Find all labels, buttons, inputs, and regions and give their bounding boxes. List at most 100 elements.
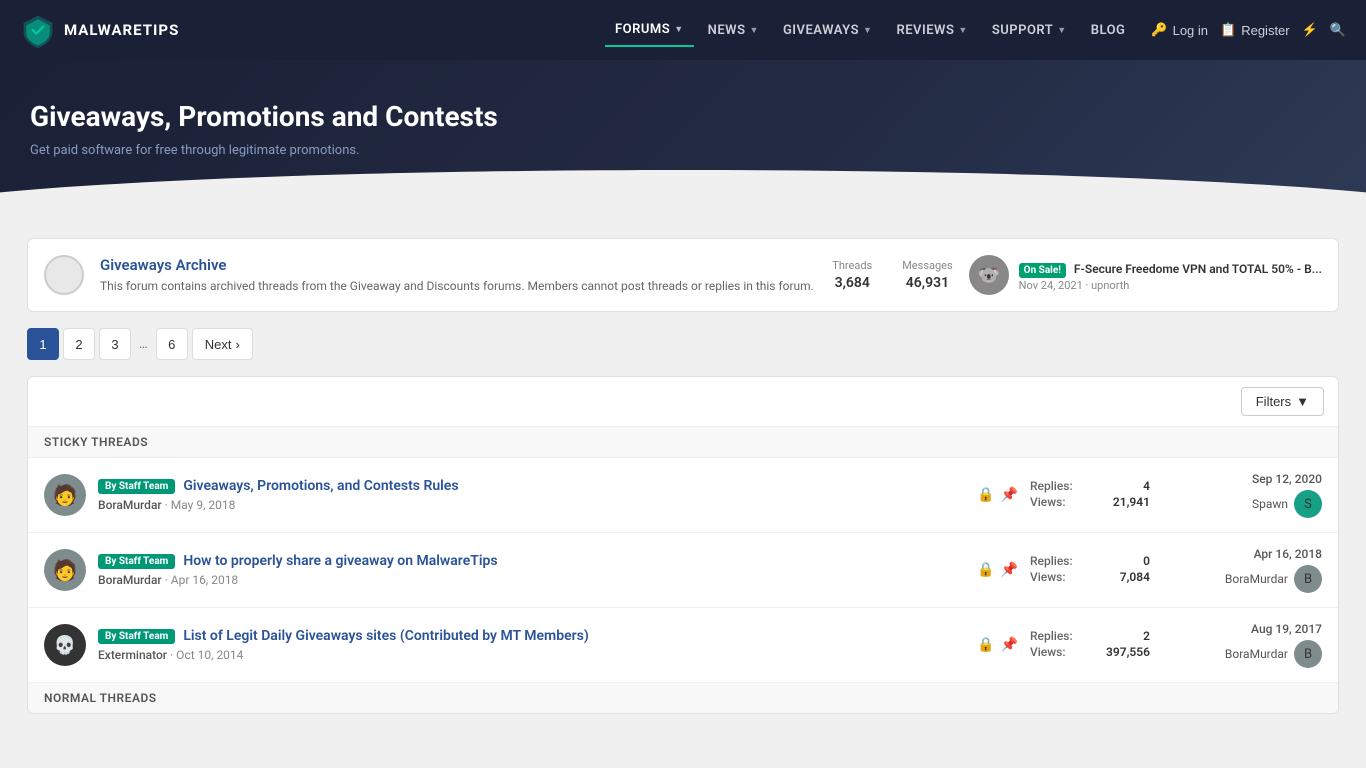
- nav-item-reviews[interactable]: REVIEWS ▼: [886, 15, 977, 46]
- latest-post-meta: Nov 24, 2021 · upnorth: [1019, 279, 1322, 292]
- next-page-button[interactable]: Next ›: [192, 328, 253, 360]
- pin-icon: 📌: [1001, 562, 1018, 578]
- last-username-2: BoraMurdar: [1225, 572, 1288, 586]
- latest-post-title[interactable]: F-Secure Freedome VPN and TOTAL 50% - B.…: [1074, 262, 1322, 276]
- main-navigation: MALWARETIPS FORUMS ▼ NEWS ▼ GIVEAWAYS ▼: [0, 0, 1366, 60]
- pin-icon: 📌: [1001, 487, 1018, 503]
- filters-button[interactable]: Filters ▼: [1241, 387, 1324, 416]
- hero-section: Giveaways, Promotions and Contests Get p…: [0, 60, 1366, 218]
- forum-archive-link[interactable]: Giveaways Archive: [100, 256, 816, 274]
- thread-row: 🧑 By Staff Team How to properly share a …: [28, 533, 1338, 608]
- thread-replies-row-3: Replies: 2: [1030, 629, 1150, 643]
- messages-value: 46,931: [906, 275, 949, 291]
- logo-area[interactable]: MALWARETIPS: [20, 12, 179, 48]
- thread-title-link-3[interactable]: List of Legit Daily Giveaways sites (Con…: [183, 628, 588, 644]
- thread-author-avatar-2: 🧑: [44, 549, 86, 591]
- pin-icon: 📌: [1001, 637, 1018, 653]
- nav-link-forums[interactable]: FORUMS ▼: [605, 14, 694, 47]
- nav-item-giveaways[interactable]: GIVEAWAYS ▼: [773, 15, 883, 46]
- last-user-avatar-3: B: [1294, 640, 1322, 668]
- thread-replies-row-1: Replies: 4: [1030, 479, 1150, 493]
- register-button[interactable]: 📋 Register: [1220, 22, 1290, 38]
- threads-panel: Filters ▼ Sticky threads 🧑 By Staff Team…: [27, 376, 1339, 714]
- lightning-icon: ⚡: [1302, 22, 1318, 38]
- messages-label: Messages: [902, 259, 952, 272]
- thread-replies-row-2: Replies: 0: [1030, 554, 1150, 568]
- thread-author-link-3[interactable]: Exterminator: [98, 648, 167, 662]
- last-user-avatar-1: S: [1294, 490, 1322, 518]
- thread-views-row-2: Views: 7,084: [1030, 570, 1150, 584]
- forum-card-inner: Giveaways Archive This forum contains ar…: [28, 239, 1338, 311]
- page-btn-2[interactable]: 2: [63, 328, 95, 360]
- filter-dropdown-arrow: ▼: [1296, 394, 1309, 409]
- thread-title-link-2[interactable]: How to properly share a giveaway on Malw…: [183, 553, 497, 569]
- page-btn-1[interactable]: 1: [27, 328, 59, 360]
- thread-row: 🧑 By Staff Team Giveaways, Promotions, a…: [28, 458, 1338, 533]
- thread-icons-2: 🔒 📌: [977, 562, 1018, 578]
- chevron-right-icon: ›: [235, 337, 239, 352]
- last-username-1: Spawn: [1252, 497, 1288, 511]
- staff-badge-2: By Staff Team: [98, 554, 175, 569]
- last-user-avatar-2: B: [1294, 565, 1322, 593]
- latest-post-avatar: 🐨: [969, 255, 1009, 295]
- thread-title-row-1: By Staff Team Giveaways, Promotions, and…: [98, 478, 965, 494]
- flash-button[interactable]: ⚡: [1302, 22, 1318, 38]
- page-title: Giveaways, Promotions and Contests: [30, 100, 1336, 133]
- login-button[interactable]: 🔑 Log in: [1151, 22, 1208, 38]
- thread-meta-2: BoraMurdar · Apr 16, 2018: [98, 573, 965, 587]
- thread-info-2: By Staff Team How to properly share a gi…: [98, 553, 965, 587]
- page-btn-6[interactable]: 6: [156, 328, 188, 360]
- lock-icon: 🔒: [977, 562, 994, 578]
- thread-views-row-1: Views: 21,941: [1030, 495, 1150, 509]
- main-content: Giveaways Archive This forum contains ar…: [13, 218, 1353, 734]
- threads-toolbar: Filters ▼: [28, 377, 1338, 427]
- nav-item-support[interactable]: SUPPORT ▼: [982, 15, 1077, 46]
- nav-link-blog[interactable]: BLOG: [1081, 15, 1136, 46]
- sticky-threads-header: Sticky threads: [28, 427, 1338, 458]
- nav-item-forums[interactable]: FORUMS ▼: [605, 14, 694, 47]
- thread-icons-1: 🔒 📌: [977, 487, 1018, 503]
- page-subtitle: Get paid software for free through legit…: [30, 143, 1336, 158]
- thread-views-row-3: Views: 397,556: [1030, 645, 1150, 659]
- latest-post-title-row: On Sale! F-Secure Freedome VPN and TOTAL…: [1019, 258, 1322, 277]
- nav-link-reviews[interactable]: REVIEWS ▼: [886, 15, 977, 46]
- threads-label: Threads: [832, 259, 872, 272]
- normal-threads-header: Normal threads: [28, 683, 1338, 713]
- thread-info-1: By Staff Team Giveaways, Promotions, and…: [98, 478, 965, 512]
- key-icon: 🔑: [1151, 22, 1167, 38]
- latest-post-badge: On Sale!: [1019, 263, 1066, 278]
- forum-archive-description: This forum contains archived threads fro…: [100, 278, 816, 295]
- nav-link-giveaways[interactable]: GIVEAWAYS ▼: [773, 15, 883, 46]
- page-btn-3[interactable]: 3: [99, 328, 131, 360]
- thread-stats-1: Replies: 4 Views: 21,941: [1030, 479, 1150, 511]
- forum-archive-card: Giveaways Archive This forum contains ar…: [27, 238, 1339, 312]
- news-dropdown-arrow: ▼: [750, 25, 759, 36]
- page-ellipsis: …: [135, 337, 152, 352]
- header-nav: MALWARETIPS FORUMS ▼ NEWS ▼ GIVEAWAYS ▼: [0, 0, 1366, 60]
- thread-title-link-1[interactable]: Giveaways, Promotions, and Contests Rule…: [183, 478, 458, 494]
- logo-icon: [20, 12, 56, 48]
- thread-author-link-1[interactable]: BoraMurdar: [98, 498, 162, 512]
- thread-last-date-2: Apr 16, 2018: [1162, 547, 1322, 561]
- thread-last-1: Sep 12, 2020 Spawn S: [1162, 472, 1322, 518]
- nav-item-news[interactable]: NEWS ▼: [698, 15, 769, 46]
- thread-author-avatar-1: 🧑: [44, 474, 86, 516]
- search-icon: 🔍: [1330, 22, 1346, 38]
- staff-badge-1: By Staff Team: [98, 479, 175, 494]
- nav-link-news[interactable]: NEWS ▼: [698, 15, 769, 46]
- giveaways-dropdown-arrow: ▼: [863, 25, 872, 36]
- thread-last-user-3: BoraMurdar B: [1162, 640, 1322, 668]
- nav-item-blog[interactable]: BLOG: [1081, 15, 1136, 46]
- thread-last-3: Aug 19, 2017 BoraMurdar B: [1162, 622, 1322, 668]
- nav-actions: 🔑 Log in 📋 Register ⚡ 🔍: [1151, 22, 1346, 38]
- thread-title-row-3: By Staff Team List of Legit Daily Giveaw…: [98, 628, 965, 644]
- reviews-dropdown-arrow: ▼: [958, 25, 967, 36]
- forum-messages-stat: Messages 46,931: [902, 259, 952, 291]
- thread-info-3: By Staff Team List of Legit Daily Giveaw…: [98, 628, 965, 662]
- search-button[interactable]: 🔍: [1330, 22, 1346, 38]
- clipboard-icon: 📋: [1220, 22, 1236, 38]
- nav-link-support[interactable]: SUPPORT ▼: [982, 15, 1077, 46]
- forum-icon: [44, 255, 84, 295]
- thread-author-link-2[interactable]: BoraMurdar: [98, 573, 162, 587]
- forum-info: Giveaways Archive This forum contains ar…: [100, 256, 816, 295]
